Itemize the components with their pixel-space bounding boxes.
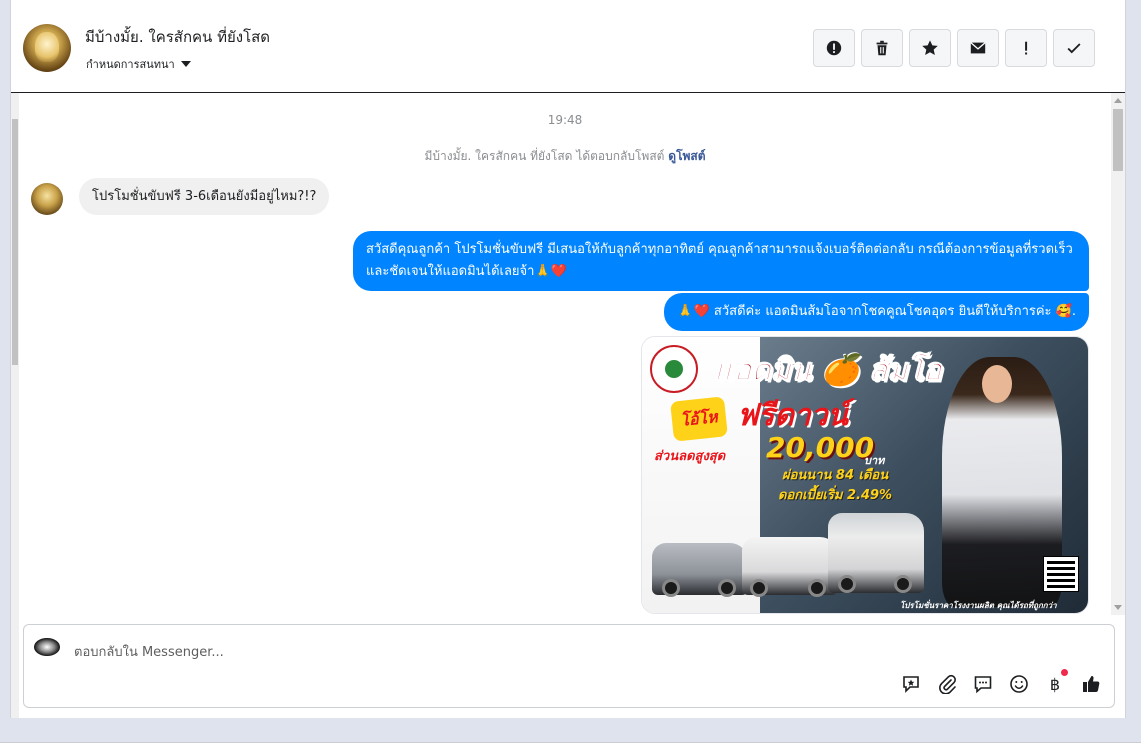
- thread-scrollbar-thumb[interactable]: [1113, 109, 1123, 171]
- page: มีบ้างมั้ย. ใครสักคน ที่ยังโสด กำหนดการส…: [0, 0, 1141, 754]
- mark-important-button[interactable]: [1005, 29, 1047, 67]
- thread-scrollbar[interactable]: [1111, 93, 1125, 615]
- payment-icon: ฿: [1049, 674, 1061, 694]
- message-timestamp: 19:48: [547, 113, 583, 127]
- mark-done-button[interactable]: [1053, 29, 1095, 67]
- outgoing-message[interactable]: 🙏❤️ สวัสดีค่ะ แอดมินส้มโอจากโชคคูณโชคอุด…: [664, 293, 1089, 331]
- promo-badge: โอ้โห: [670, 396, 728, 442]
- emoji-button[interactable]: [1008, 673, 1030, 695]
- promo-installment: ผ่อนนาน 84 เดือน: [782, 468, 889, 483]
- scroll-up-icon[interactable]: [1114, 98, 1122, 103]
- sticker-icon: [903, 676, 919, 693]
- message-composer: ตอบกลับใน Messenger... ฿: [23, 624, 1115, 708]
- exclamation-icon: [1025, 41, 1028, 55]
- like-button[interactable]: [1080, 673, 1102, 695]
- bottom-strip: [0, 718, 1141, 754]
- promo-image-message[interactable]: แอดมิน 🍊 ส้มโอ โอ้โห ฟรีดาวน์ ส่วนลดสูงส…: [641, 336, 1089, 614]
- saved-reply-button[interactable]: [900, 673, 922, 695]
- left-scrollbar[interactable]: [11, 93, 19, 718]
- report-icon: [826, 40, 842, 56]
- scroll-down-icon[interactable]: [1114, 605, 1122, 610]
- attach-icon: [939, 674, 956, 694]
- delete-button[interactable]: [861, 29, 903, 67]
- header-actions: [813, 29, 1095, 67]
- cargo-truck-image: [828, 513, 924, 593]
- quick-reply-icon: [974, 676, 992, 694]
- reply-input[interactable]: ตอบกลับใน Messenger...: [74, 641, 224, 662]
- mail-icon: [970, 42, 986, 54]
- mark-unread-button[interactable]: [957, 29, 999, 67]
- view-post-link[interactable]: ดูโพสต์: [668, 149, 705, 163]
- page-avatar: [34, 638, 60, 656]
- conversation-panel: มีบ้างมั้ย. ใครสักคน ที่ยังโสด กำหนดการส…: [10, 0, 1126, 718]
- message-thread: 19:48 มีบ้างมั้ย. ใครสักคน ที่ยังโสด ได้…: [19, 93, 1111, 615]
- promo-interest: ดอกเบี้ยเริ่ม 2.49%: [778, 488, 893, 503]
- promo-amount: 20,000: [766, 431, 875, 464]
- promo-discount-label: ส่วนลดสูงสุด: [654, 449, 726, 464]
- composer-tools: ฿: [900, 669, 1102, 695]
- conversation-header: มีบ้างมั้ย. ใครสักคน ที่ยังโสด กำหนดการส…: [11, 5, 1125, 93]
- contact-avatar[interactable]: [23, 24, 71, 72]
- system-message-text: มีบ้างมั้ย. ใครสักคน ที่ยังโสด ได้ตอบกลั…: [424, 149, 665, 163]
- promo-footer: โปรโมชั่นราคาโรงงานผลิต คุณได้รถที่ถูกกว…: [900, 601, 1057, 610]
- trash-icon: [876, 40, 888, 56]
- star-button[interactable]: [909, 29, 951, 67]
- incoming-message[interactable]: โปรโมชั่นขับฟรี 3-6เดือนยังมีอยู่ไหม?!?: [79, 178, 330, 215]
- report-button[interactable]: [813, 29, 855, 67]
- caret-down-icon: [180, 61, 191, 67]
- system-message: มีบ้างมั้ย. ใครสักคน ที่ยังโสด ได้ตอบกลั…: [19, 147, 1111, 166]
- left-scrollbar-thumb[interactable]: [12, 119, 18, 365]
- conversation-settings-dropdown[interactable]: กำหนดการสนทนา: [86, 55, 191, 73]
- promo-person-face: [982, 365, 1012, 403]
- pickup-truck-image: [742, 537, 838, 597]
- star-icon: [922, 40, 938, 56]
- dealer-logo: [650, 345, 698, 393]
- sedan-car-image: [652, 543, 748, 597]
- promo-title: แอดมิน 🍊 ส้มโอ: [714, 353, 943, 389]
- sender-avatar[interactable]: [31, 183, 63, 215]
- attach-button[interactable]: [936, 673, 958, 695]
- conversation-settings-label: กำหนดการสนทนา: [86, 58, 175, 71]
- notification-dot: [1061, 669, 1068, 676]
- check-icon: [1067, 43, 1081, 54]
- quick-reply-button[interactable]: [972, 673, 994, 695]
- outgoing-message[interactable]: สวัสดีคุณลูกค้า โปรโมชั่นขับฟรี มีเสนอให…: [353, 231, 1089, 291]
- emoji-icon: [1010, 675, 1028, 693]
- like-icon: [1083, 676, 1100, 692]
- qr-code: [1043, 556, 1079, 592]
- payment-button[interactable]: ฿: [1044, 669, 1068, 695]
- contact-name[interactable]: มีบ้างมั้ย. ใครสักคน ที่ยังโสด: [85, 25, 270, 49]
